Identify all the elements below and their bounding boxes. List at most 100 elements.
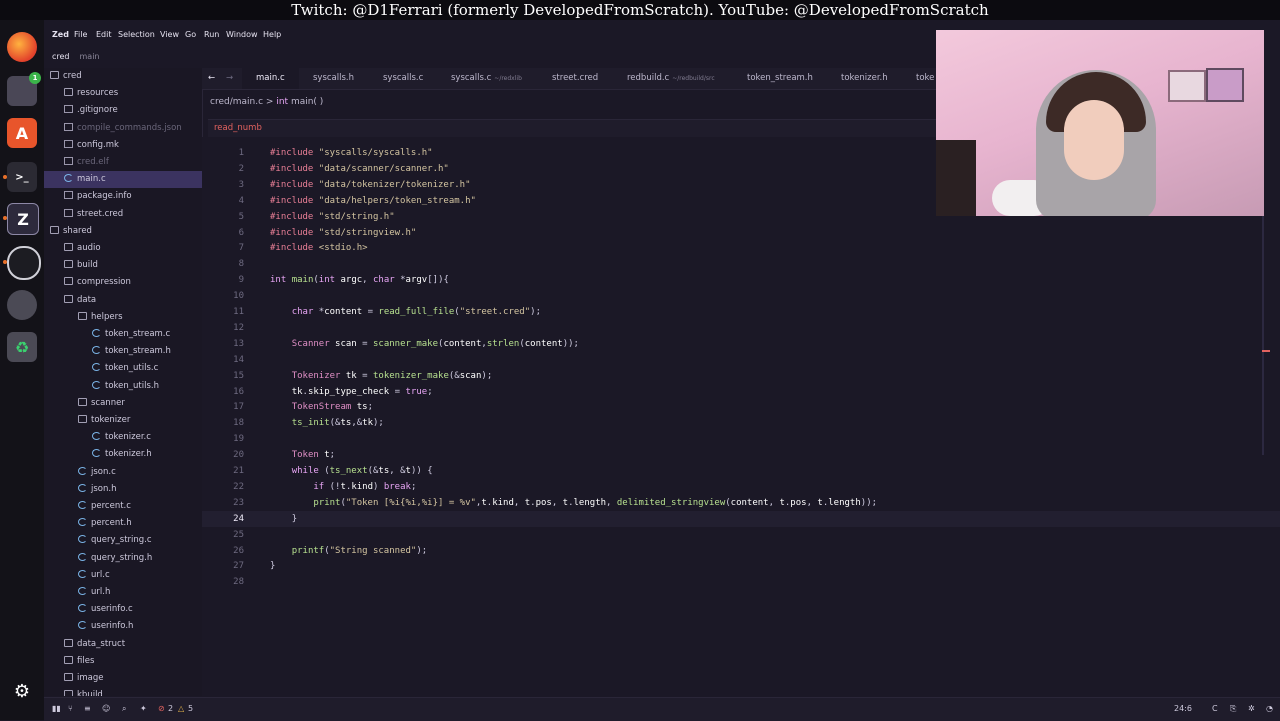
menu-help[interactable]: Help	[263, 30, 281, 39]
code-line[interactable]: #include "data/helpers/token_stream.h"	[270, 193, 476, 209]
assistant-icon[interactable]: ✲	[1248, 704, 1255, 713]
search-bar[interactable]: read_numb	[208, 119, 936, 138]
code-line[interactable]: }	[270, 558, 275, 574]
obs-icon[interactable]	[7, 246, 41, 280]
tree-item[interactable]: json.h	[44, 481, 202, 498]
error-count[interactable]: 2	[168, 704, 173, 713]
zed-icon[interactable]: Z	[7, 203, 39, 235]
tree-item[interactable]: json.c	[44, 464, 202, 481]
terminal-toggle-icon[interactable]: ≡	[84, 704, 91, 713]
debug-icon[interactable]: ✦	[140, 704, 147, 713]
project-name[interactable]: cred	[52, 52, 70, 61]
tab-syscalls-h[interactable]: syscalls.h	[313, 68, 354, 89]
tree-item[interactable]: resources	[44, 85, 202, 102]
tree-item[interactable]: tokenizer	[44, 412, 202, 429]
tree-item[interactable]: percent.c	[44, 498, 202, 515]
menu-zed[interactable]: Zed	[52, 30, 69, 39]
tree-item[interactable]: userinfo.c	[44, 601, 202, 618]
code-line[interactable]: #include "syscalls/syscalls.h"	[270, 145, 433, 161]
code-line[interactable]: int main(int argc, char *argv[]){	[270, 272, 449, 288]
search-icon[interactable]: ⌕	[122, 704, 126, 714]
tab-syscalls-c-redxlib[interactable]: syscalls.c ~/redxlib	[451, 68, 522, 89]
app-center-icon[interactable]: A	[7, 118, 37, 148]
branch-name[interactable]: main	[80, 52, 100, 61]
tab-tokenizer-h[interactable]: tokenizer.h	[841, 68, 888, 89]
warning-count[interactable]: 5	[188, 704, 193, 713]
tree-item[interactable]: cred	[44, 68, 202, 85]
code-editor[interactable]: 1 #include "syscalls/syscalls.h" 2 #include…	[202, 137, 1280, 697]
terminal-icon[interactable]: >_	[7, 162, 37, 192]
code-line[interactable]: ts_init(&ts,&tk);	[270, 415, 384, 431]
tab-main-c[interactable]: main.c	[242, 68, 299, 89]
tree-item[interactable]: shared	[44, 223, 202, 240]
code-line[interactable]: Token t;	[270, 447, 335, 463]
tab-truncated[interactable]: toke	[916, 68, 934, 89]
tree-item[interactable]: config.mk	[44, 137, 202, 154]
code-line[interactable]: print("Token [%i{%i,%i}] = %v",t.kind, t…	[270, 495, 877, 511]
tree-item[interactable]: token_utils.c	[44, 360, 202, 377]
code-line[interactable]: #include <stdio.h>	[270, 240, 368, 256]
warning-icon[interactable]: △	[178, 704, 184, 713]
code-line[interactable]: #include "std/stringview.h"	[270, 225, 416, 241]
tree-item[interactable]: audio	[44, 240, 202, 257]
code-line[interactable]: Tokenizer tk = tokenizer_make(&scan);	[270, 368, 493, 384]
tree-item[interactable]: data_struct	[44, 636, 202, 653]
tree-item[interactable]: query_string.h	[44, 550, 202, 567]
menu-run[interactable]: Run	[204, 30, 219, 39]
collab-icon[interactable]: ☺	[102, 704, 110, 713]
tree-item[interactable]: kbuild	[44, 687, 202, 696]
bell-icon[interactable]: ◔	[1266, 704, 1273, 713]
tree-item[interactable]: data	[44, 292, 202, 309]
tree-item[interactable]: token_stream.c	[44, 326, 202, 343]
show-apps-icon[interactable]: ⚙	[7, 676, 37, 706]
code-line[interactable]: printf("String scanned");	[270, 543, 427, 559]
menu-view[interactable]: View	[160, 30, 179, 39]
tab-token-stream-h[interactable]: token_stream.h	[747, 68, 813, 89]
cursor-position[interactable]: 24:6	[1174, 704, 1192, 713]
error-icon[interactable]: ⊘	[158, 704, 165, 713]
tree-item[interactable]: main.c	[44, 171, 202, 189]
tree-item[interactable]: compression	[44, 274, 202, 291]
code-line[interactable]: Scanner scan = scanner_make(content,strl…	[270, 336, 579, 352]
forward-arrow-icon[interactable]: →	[226, 68, 233, 89]
tree-item[interactable]: query_string.c	[44, 532, 202, 549]
tree-item[interactable]: package.info	[44, 188, 202, 205]
tree-item[interactable]: token_stream.h	[44, 343, 202, 360]
back-arrow-icon[interactable]: ←	[208, 68, 215, 89]
tree-item[interactable]: image	[44, 670, 202, 687]
breadcrumb[interactable]: cred/main.c > int main( )	[210, 97, 323, 107]
disks-icon[interactable]	[7, 290, 37, 320]
firefox-icon[interactable]	[7, 32, 37, 62]
menu-window[interactable]: Window	[226, 30, 258, 39]
code-line[interactable]: char *content = read_full_file("street.c…	[270, 304, 541, 320]
files-icon[interactable]: 1	[7, 72, 41, 106]
code-line[interactable]: if (!t.kind) break;	[270, 479, 416, 495]
tree-item[interactable]: helpers	[44, 309, 202, 326]
sidebar-toggle-icon[interactable]: ▮▮	[52, 704, 61, 713]
tree-item[interactable]: percent.h	[44, 515, 202, 532]
tree-item[interactable]: tokenizer.c	[44, 429, 202, 446]
tab-street-cred[interactable]: street.cred	[552, 68, 598, 89]
code-line[interactable]: while (ts_next(&ts, &t)) {	[270, 463, 433, 479]
tree-item[interactable]: tokenizer.h	[44, 446, 202, 463]
code-line[interactable]: tk.skip_type_check = true;	[270, 384, 433, 400]
tree-item[interactable]: token_utils.h	[44, 378, 202, 395]
code-line[interactable]: #include "data/scanner/scanner.h"	[270, 161, 449, 177]
tree-item[interactable]: scanner	[44, 395, 202, 412]
tree-item[interactable]: url.h	[44, 584, 202, 601]
menu-edit[interactable]: Edit	[96, 30, 112, 39]
trash-icon[interactable]: ♻	[7, 332, 37, 362]
format-icon[interactable]: ⎘	[1230, 704, 1236, 714]
tree-item[interactable]: street.cred	[44, 206, 202, 223]
tree-item[interactable]: userinfo.h	[44, 618, 202, 635]
tree-item[interactable]: .gitignore	[44, 102, 202, 119]
code-line[interactable]: }	[270, 511, 297, 527]
search-input[interactable]: read_numb	[214, 123, 262, 133]
tab-redbuild-c[interactable]: redbuild.c ~/redbuild/src	[627, 68, 715, 89]
code-line[interactable]: TokenStream ts;	[270, 399, 373, 415]
language-mode[interactable]: C	[1212, 704, 1218, 713]
git-icon[interactable]: ⑂	[68, 704, 73, 713]
tree-item[interactable]: cred.elf	[44, 154, 202, 171]
code-line[interactable]: #include "data/tokenizer/tokenizer.h"	[270, 177, 471, 193]
tree-item[interactable]: url.c	[44, 567, 202, 584]
